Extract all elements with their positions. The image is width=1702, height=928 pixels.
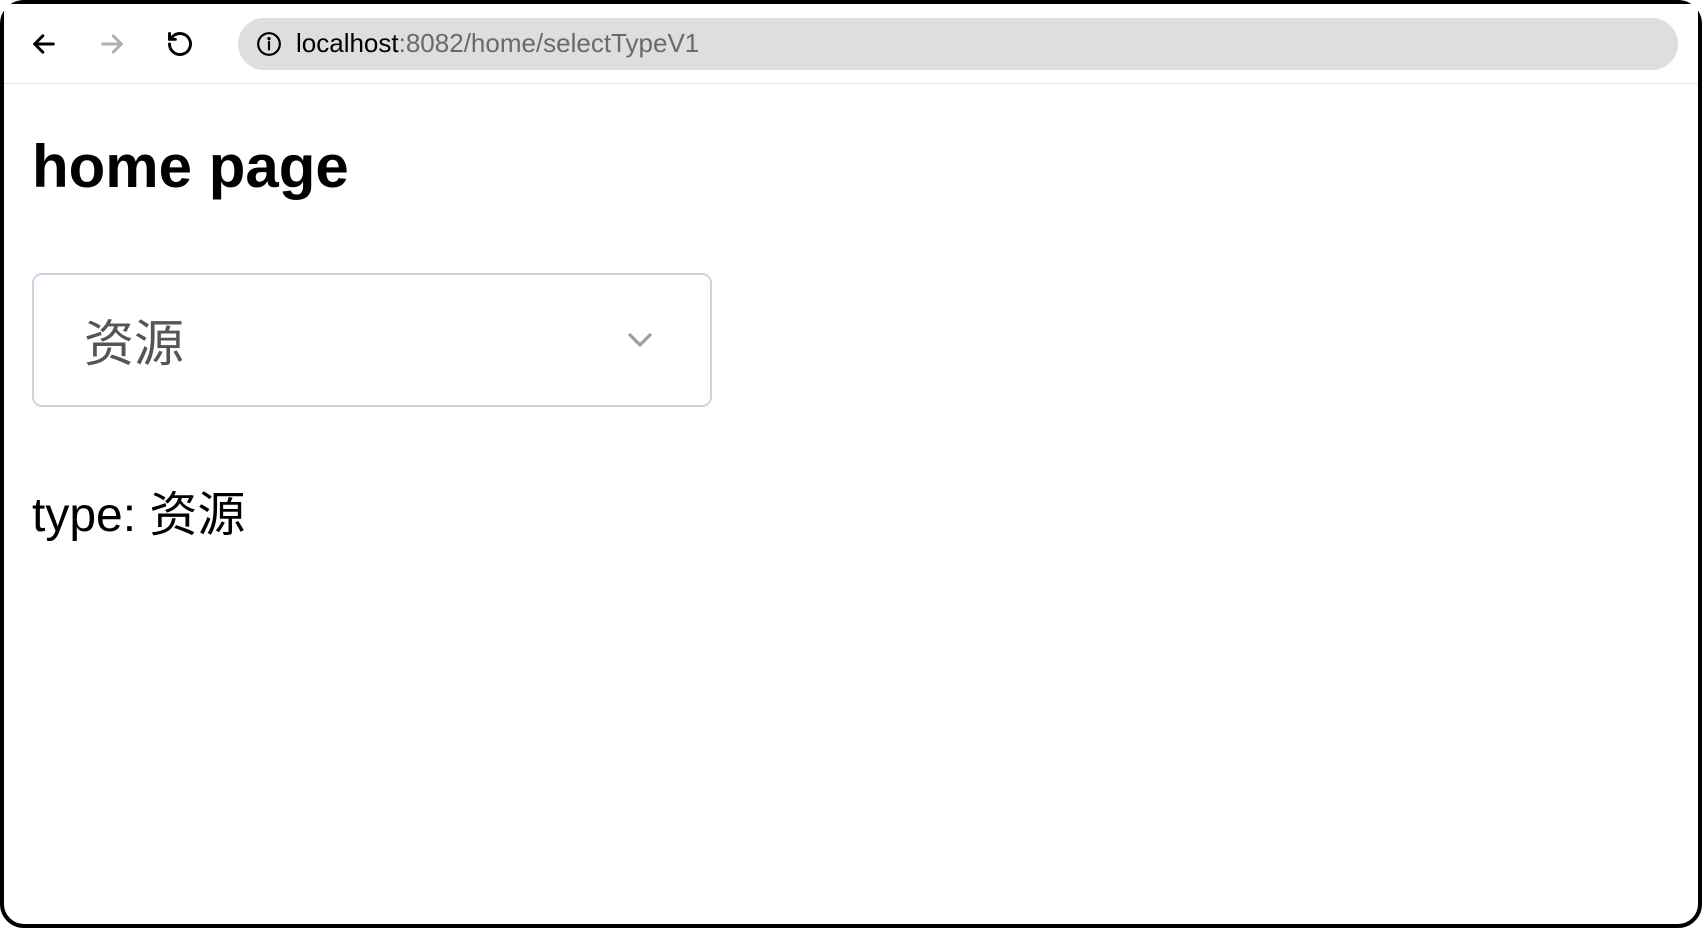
chevron-down-icon	[620, 320, 660, 360]
type-display: type: 资源	[32, 475, 1670, 545]
address-bar[interactable]: localhost:8082/home/selectTypeV1	[238, 18, 1678, 70]
type-label: type:	[32, 489, 149, 542]
back-button[interactable]	[24, 24, 64, 64]
url-host: localhost	[296, 28, 399, 58]
url-text: localhost:8082/home/selectTypeV1	[296, 28, 699, 59]
reload-button[interactable]	[160, 24, 200, 64]
type-value: 资源	[149, 489, 245, 542]
forward-button[interactable]	[92, 24, 132, 64]
browser-toolbar: localhost:8082/home/selectTypeV1	[4, 4, 1698, 84]
url-path: :8082/home/selectTypeV1	[399, 28, 700, 58]
type-select[interactable]: 资源	[32, 273, 712, 407]
select-value: 资源	[84, 304, 620, 376]
info-icon[interactable]	[256, 31, 282, 57]
page-content: home page 资源 type: 资源	[4, 84, 1698, 593]
page-title: home page	[32, 132, 1670, 201]
